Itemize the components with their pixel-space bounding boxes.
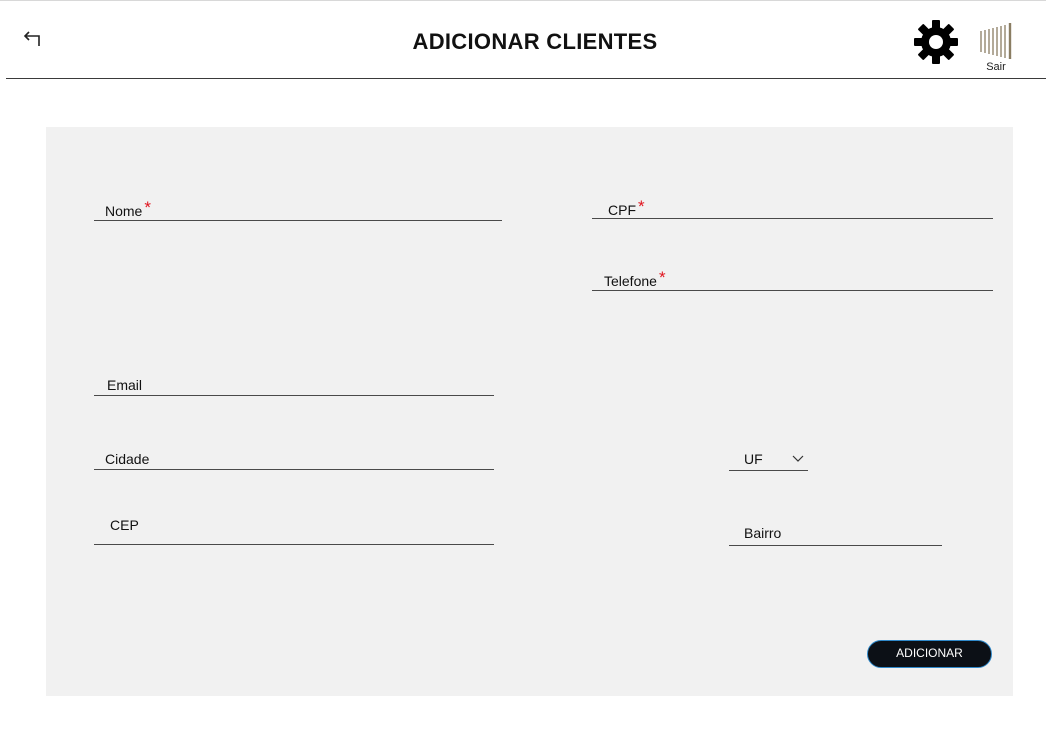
bairro-field[interactable]: Bairro	[729, 522, 942, 548]
cep-label: CEP	[110, 517, 139, 533]
logout-button[interactable]: Sair	[976, 21, 1018, 79]
cpf-label: CPF *	[608, 197, 645, 218]
nome-field[interactable]: Nome *	[94, 196, 502, 222]
bairro-underline	[729, 545, 942, 546]
email-label: Email	[107, 377, 143, 393]
required-marker: *	[658, 268, 666, 287]
uf-underline	[729, 470, 808, 471]
required-marker: *	[144, 198, 151, 217]
logout-label: Sair	[986, 61, 1006, 73]
settings-button[interactable]	[912, 18, 960, 66]
cpf-underline	[592, 218, 993, 219]
nome-label: Nome *	[105, 198, 151, 219]
page: ADICIONAR CLIENTES Sair Nome * CPF * Tel…	[0, 0, 1046, 742]
telefone-underline	[592, 290, 993, 291]
cep-field[interactable]: CEP	[94, 514, 494, 546]
add-client-button[interactable]: ADICIONAR	[867, 640, 992, 668]
uf-label: UF	[744, 451, 763, 467]
cidade-label: Cidade	[105, 451, 150, 467]
telefone-field[interactable]: Telefone *	[592, 266, 993, 292]
header-divider	[6, 78, 1046, 79]
header: ADICIONAR CLIENTES Sair	[0, 1, 1046, 79]
gear-icon	[914, 20, 958, 64]
uf-select[interactable]: UF	[729, 448, 808, 472]
bairro-label: Bairro	[744, 525, 782, 541]
cep-underline	[94, 544, 494, 545]
cpf-field[interactable]: CPF *	[592, 195, 993, 221]
chevron-down-icon	[792, 455, 804, 462]
telefone-label: Telefone *	[604, 268, 666, 289]
required-marker: *	[638, 197, 645, 216]
nome-underline	[94, 220, 502, 221]
cidade-field[interactable]: Cidade	[94, 448, 494, 472]
page-title: ADICIONAR CLIENTES	[412, 29, 658, 54]
cidade-underline	[94, 469, 494, 470]
email-field[interactable]: Email	[94, 374, 494, 398]
door-bars-icon	[980, 23, 1012, 59]
email-underline	[94, 395, 494, 396]
